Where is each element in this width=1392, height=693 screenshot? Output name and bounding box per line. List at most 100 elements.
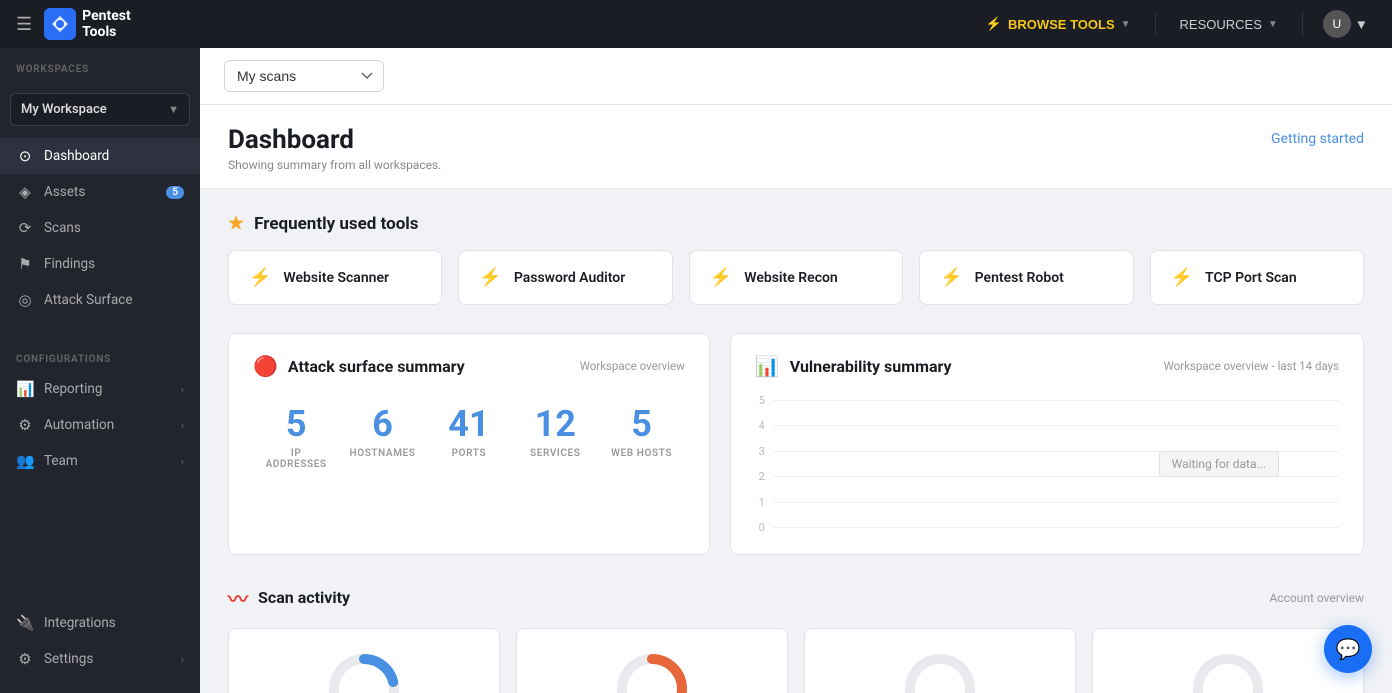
scan-activity-header: 〰 Scan activity Account overview: [228, 583, 1364, 612]
dashboard-title-area: Dashboard Showing summary from all works…: [228, 125, 441, 172]
sidebar-item-label: Settings: [44, 651, 93, 667]
scans-icon: ⟳: [16, 219, 34, 237]
sidebar-item-label: Automation: [44, 417, 114, 433]
attack-surface-title: 🔴 Attack surface summary: [253, 354, 465, 378]
vulnerability-title: 📊 Vulnerability summary: [755, 354, 952, 378]
sidebar-item-integrations[interactable]: 🔌 Integrations: [0, 605, 200, 641]
sidebar-item-label: Scans: [44, 220, 81, 236]
attack-surface-panel-icon: 🔴: [253, 354, 278, 378]
vulnerability-header: 📊 Vulnerability summary Workspace overvi…: [755, 354, 1339, 378]
tool-card-website-scanner[interactable]: ⚡ Website Scanner: [228, 250, 442, 305]
tool-icon-tcp-port-scan: ⚡: [1171, 267, 1193, 288]
avatar: U: [1323, 10, 1351, 38]
nav-divider-2: [1302, 12, 1303, 36]
logo[interactable]: PentestTools: [44, 8, 131, 40]
vulnerability-panel: 📊 Vulnerability summary Workspace overvi…: [730, 333, 1364, 555]
tool-label-website-recon: Website Recon: [744, 270, 838, 286]
stat-web-hosts: 5 WEB HOSTS: [598, 394, 684, 482]
tool-icon-website-scanner: ⚡: [249, 267, 271, 288]
dashboard-icon: ⊙: [16, 147, 34, 165]
scan-card-4: [1092, 628, 1364, 693]
tool-label-tcp-port-scan: TCP Port Scan: [1205, 270, 1297, 286]
logo-text: PentestTools: [82, 8, 131, 40]
resources-label: RESOURCES: [1180, 17, 1262, 32]
team-chevron: ›: [181, 455, 184, 468]
assets-icon: ◈: [16, 183, 34, 201]
workspace-name: My Workspace: [21, 102, 107, 117]
workspaces-label: WORKSPACES: [0, 48, 200, 81]
sidebar-item-label: Attack Surface: [44, 292, 133, 308]
scan-activity-icon: 〰: [228, 583, 248, 612]
settings-chevron: ›: [181, 653, 184, 666]
chat-bubble-icon: 💬: [1336, 637, 1361, 661]
bottom-nav: 🔌 Integrations ⚙ Settings ›: [0, 589, 200, 677]
scan-selector-bar: My scans All scans: [200, 48, 1392, 105]
tool-label-website-scanner: Website Scanner: [283, 270, 389, 286]
tool-label-password-auditor: Password Auditor: [514, 270, 625, 286]
configurations-nav: CONFIGURATIONS 📊 Reporting › ⚙ Automatio…: [0, 338, 200, 479]
sidebar-item-scans[interactable]: ⟳ Scans: [0, 210, 200, 246]
attack-surface-panel: 🔴 Attack surface summary Workspace overv…: [228, 333, 710, 555]
user-account-button[interactable]: U ▼: [1315, 6, 1376, 42]
tool-icon-password-auditor: ⚡: [479, 267, 501, 288]
dashboard-header: Dashboard Showing summary from all works…: [200, 105, 1392, 189]
star-icon: ★: [228, 213, 244, 234]
reporting-chevron: ›: [181, 383, 184, 396]
hamburger-menu[interactable]: ☰: [16, 14, 32, 35]
tools-grid: ⚡ Website Scanner ⚡ Password Auditor ⚡ W…: [228, 250, 1364, 305]
sidebar-item-label: Integrations: [44, 615, 116, 631]
tool-card-tcp-port-scan[interactable]: ⚡ TCP Port Scan: [1150, 250, 1364, 305]
integrations-icon: 🔌: [16, 614, 34, 632]
sidebar-item-findings[interactable]: ⚑ Findings: [0, 246, 200, 282]
stat-services: 12 SERVICES: [512, 394, 598, 482]
resources-chevron: ▼: [1268, 19, 1278, 30]
vulnerability-overview: Workspace overview - last 14 days: [1164, 359, 1339, 373]
sidebar-item-label: Reporting: [44, 381, 102, 397]
getting-started-link[interactable]: Getting started: [1271, 131, 1364, 147]
team-icon: 👥: [16, 452, 34, 470]
sidebar-item-attack-surface[interactable]: ◎ Attack Surface: [0, 282, 200, 318]
tool-card-password-auditor[interactable]: ⚡ Password Auditor: [458, 250, 672, 305]
tool-card-pentest-robot[interactable]: ⚡ Pentest Robot: [919, 250, 1133, 305]
assets-badge: 5: [166, 186, 184, 199]
tool-label-pentest-robot: Pentest Robot: [975, 270, 1064, 286]
sidebar-item-settings[interactable]: ⚙ Settings ›: [0, 641, 200, 677]
scan-card-1: [228, 628, 500, 693]
sidebar-item-dashboard[interactable]: ⊙ Dashboard: [0, 138, 200, 174]
resources-button[interactable]: RESOURCES ▼: [1168, 11, 1290, 38]
summary-row: 🔴 Attack surface summary Workspace overv…: [228, 333, 1364, 555]
automation-chevron: ›: [181, 419, 184, 432]
app-body: WORKSPACES My Workspace ▼ ⊙ Dashboard ◈ …: [0, 48, 1392, 693]
frequently-used-section-title: ★ Frequently used tools: [228, 213, 1364, 234]
settings-icon: ⚙: [16, 650, 34, 668]
browse-tools-button[interactable]: ⚡ BROWSE TOOLS ▼: [974, 10, 1143, 38]
chat-bubble-button[interactable]: 💬: [1324, 625, 1372, 673]
automation-icon: ⚙: [16, 416, 34, 434]
attack-surface-header: 🔴 Attack surface summary Workspace overv…: [253, 354, 685, 378]
sidebar-item-label: Dashboard: [44, 148, 109, 164]
sidebar-item-team[interactable]: 👥 Team ›: [0, 443, 200, 479]
browse-tools-chevron: ▼: [1121, 19, 1131, 30]
nav-divider: [1155, 12, 1156, 36]
dashboard-title: Dashboard: [228, 125, 441, 155]
sidebar-item-reporting[interactable]: 📊 Reporting ›: [0, 371, 200, 407]
sidebar-item-automation[interactable]: ⚙ Automation ›: [0, 407, 200, 443]
waiting-for-data: Waiting for data...: [1159, 451, 1279, 477]
sidebar-item-assets[interactable]: ◈ Assets 5: [0, 174, 200, 210]
dashboard-subtitle: Showing summary from all workspaces.: [228, 158, 441, 172]
workspace-selector[interactable]: My Workspace ▼: [10, 93, 190, 126]
tool-icon-pentest-robot: ⚡: [940, 267, 962, 288]
scan-cards: [228, 628, 1364, 693]
vulnerability-chart: 5 4 3 2 1 0 Waiting for data...: [755, 394, 1339, 534]
scan-selector-dropdown[interactable]: My scans All scans: [224, 60, 384, 92]
stat-ip-addresses: 5 IP ADDRESSES: [253, 394, 339, 482]
sidebar-item-label: Team: [44, 453, 78, 469]
sidebar-item-label: Findings: [44, 256, 95, 272]
tool-card-website-recon[interactable]: ⚡ Website Recon: [689, 250, 903, 305]
vulnerability-panel-icon: 📊: [755, 354, 780, 378]
workspace-chevron: ▼: [168, 103, 179, 116]
topnav-right: ⚡ BROWSE TOOLS ▼ RESOURCES ▼ U ▼: [974, 6, 1376, 42]
account-overview: Account overview: [1269, 591, 1364, 605]
scan-card-2: [516, 628, 788, 693]
findings-icon: ⚑: [16, 255, 34, 273]
